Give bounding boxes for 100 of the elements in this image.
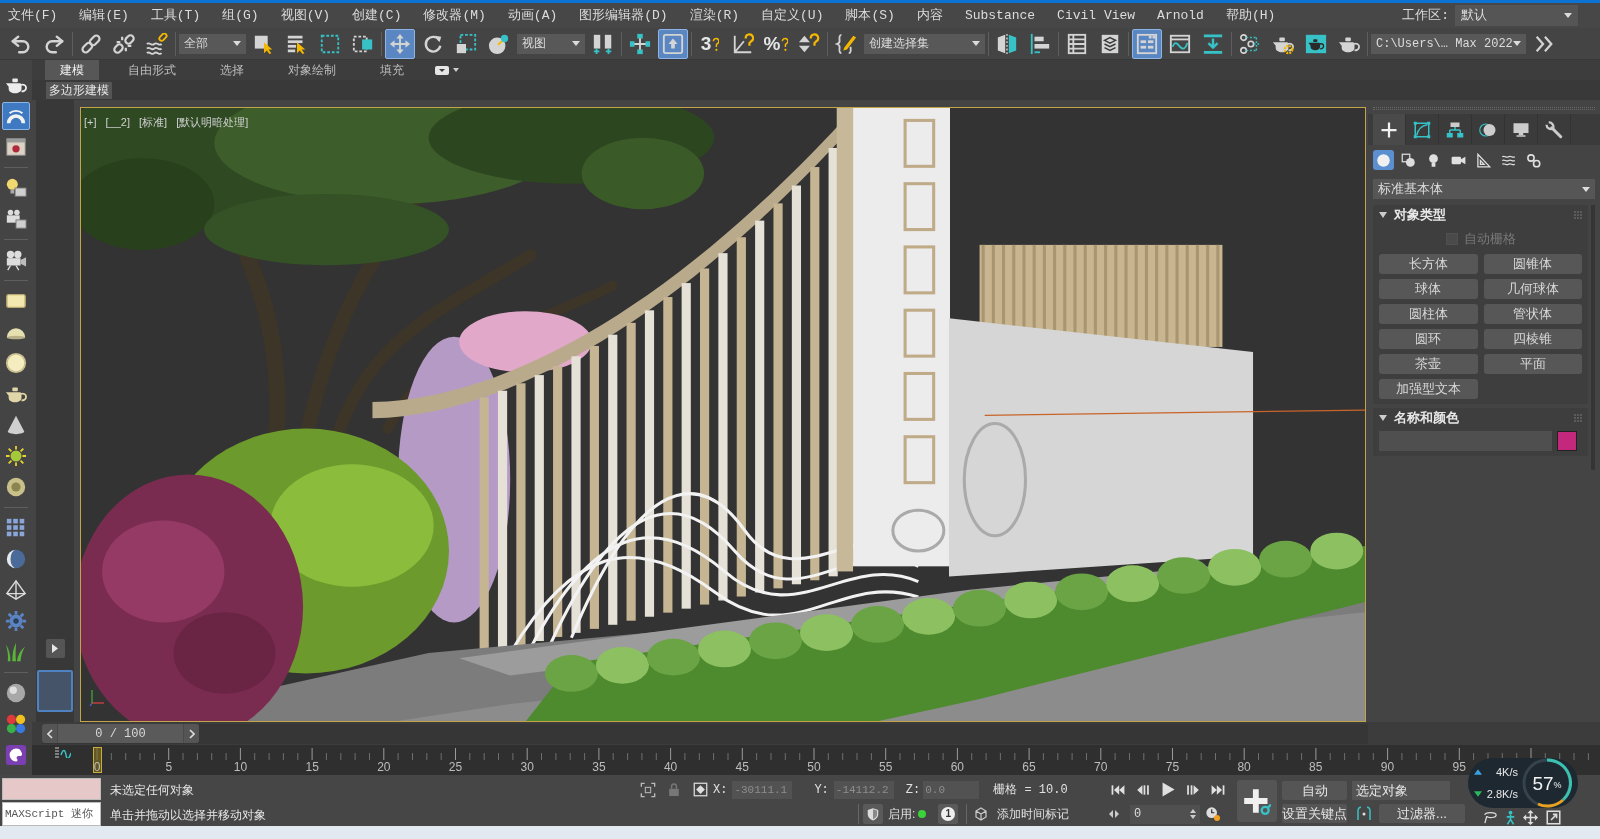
viewport-menu-label[interactable]: [__2] bbox=[105, 114, 130, 131]
arch-button[interactable] bbox=[2, 102, 30, 130]
disc-icon bbox=[5, 476, 27, 498]
walking-figure-button[interactable] bbox=[1506, 810, 1515, 825]
workspace-dropdown[interactable]: 默认 bbox=[1455, 5, 1578, 26]
object-type-button[interactable]: 茶壶 bbox=[1379, 354, 1478, 374]
crescent-icon bbox=[5, 548, 27, 570]
ribbon-tab[interactable]: 对象绘制 bbox=[273, 60, 351, 80]
ribbon-tab[interactable]: 自由形式 bbox=[113, 60, 191, 80]
object-type-button[interactable]: 管状体 bbox=[1483, 304, 1582, 324]
caret-icon bbox=[1582, 186, 1590, 192]
object-category-dropdown[interactable]: 标准基本体 bbox=[1373, 179, 1595, 199]
menu-item[interactable]: 编辑(E) bbox=[79, 5, 129, 26]
menu-item[interactable]: 组(G) bbox=[222, 5, 259, 26]
viewport-menu-label[interactable]: [标准] bbox=[139, 114, 168, 131]
project-folder-dropdown[interactable]: C:\Users\… Max 2022 bbox=[1371, 33, 1526, 54]
viewport-menu-label[interactable]: [+] bbox=[84, 114, 97, 131]
menu-item[interactable]: 创建(C) bbox=[352, 5, 402, 26]
maximize-icon bbox=[1546, 810, 1561, 825]
frame-number: 75 bbox=[1165, 760, 1180, 775]
object-type-button[interactable]: 几何球体 bbox=[1483, 279, 1582, 299]
set-key-mode-button[interactable]: 设置关键点 bbox=[1282, 804, 1347, 823]
circle-icon bbox=[5, 352, 27, 374]
percent-snap-button[interactable]: % bbox=[761, 28, 791, 59]
snap-toggle-button[interactable]: 3 bbox=[695, 28, 725, 59]
menu-item[interactable]: 工具(T) bbox=[150, 5, 201, 26]
menu-item[interactable]: 自定义(U) bbox=[761, 5, 824, 26]
rollout-title[interactable]: 对象类型 bbox=[1394, 205, 1446, 225]
viewport[interactable]: [+] [__2] [标准] [默认明暗处理] bbox=[80, 107, 1366, 722]
key-filter-toggle[interactable] bbox=[1355, 804, 1373, 823]
key-filters-button[interactable]: 过滤器... bbox=[1379, 804, 1465, 823]
menu-item[interactable]: Arnold bbox=[1157, 5, 1204, 26]
coordinate-label: Z: bbox=[905, 781, 921, 799]
object-type-button[interactable]: 球体 bbox=[1379, 279, 1478, 299]
sphere-button[interactable] bbox=[1373, 150, 1394, 170]
menu-item[interactable]: 帮助(H) bbox=[1225, 5, 1276, 26]
ribbon-tab[interactable]: 建模 bbox=[45, 60, 99, 80]
object-type-button[interactable]: 平面 bbox=[1483, 354, 1582, 374]
object-type-button[interactable]: 加强型文本 bbox=[1379, 379, 1478, 399]
lasso-button[interactable] bbox=[1483, 810, 1498, 825]
movie-camera-icon bbox=[5, 249, 27, 271]
pan-arrows-button[interactable] bbox=[1523, 810, 1538, 825]
menu-item[interactable]: Substance bbox=[964, 5, 1036, 26]
expand-button[interactable] bbox=[45, 639, 65, 658]
track-bar[interactable] bbox=[32, 745, 1600, 775]
up-arrow-box-button[interactable] bbox=[658, 28, 688, 59]
align-icon bbox=[1029, 32, 1051, 55]
shield-button[interactable] bbox=[863, 804, 883, 824]
auto-key-button[interactable]: 自动 bbox=[1282, 781, 1347, 800]
up-arrow-icon bbox=[1474, 769, 1482, 776]
menu-item[interactable]: 渲染(R) bbox=[689, 5, 740, 26]
ribbon-panel-tab[interactable]: 多边形建模 bbox=[46, 81, 112, 99]
object-type-button[interactable]: 长方体 bbox=[1379, 254, 1478, 274]
object-type-button[interactable]: 圆环 bbox=[1379, 329, 1478, 349]
object-type-button[interactable]: 圆锥体 bbox=[1483, 254, 1582, 274]
ribbon-button[interactable] bbox=[1132, 28, 1162, 59]
hint-text: 单击并拖动以选择并移动对象 bbox=[110, 808, 267, 822]
rollout-title[interactable]: 名称和颜色 bbox=[1394, 408, 1459, 428]
object-type-button[interactable]: 圆柱体 bbox=[1379, 304, 1478, 324]
frame-spinner[interactable]: 0 bbox=[1130, 804, 1200, 824]
menu-item[interactable]: 修改器(M) bbox=[423, 5, 486, 26]
sun-icon bbox=[5, 445, 27, 467]
menu-item[interactable]: 动画(A) bbox=[507, 5, 558, 26]
plus-tab[interactable] bbox=[1373, 114, 1406, 145]
menu-item[interactable]: 脚本(S) bbox=[845, 5, 895, 26]
key-target-dropdown[interactable]: 选定对象 bbox=[1352, 781, 1450, 800]
ribbon-tab[interactable]: 选择 bbox=[205, 60, 259, 80]
move-button[interactable] bbox=[385, 28, 415, 59]
menu-item[interactable]: Civil View bbox=[1057, 5, 1136, 26]
selection-set-dropdown[interactable]: 创建选择集 bbox=[864, 33, 985, 54]
next-frame-button[interactable] bbox=[184, 724, 199, 743]
menu-item[interactable]: 文件(F) bbox=[8, 5, 58, 26]
key-mode-button[interactable] bbox=[1108, 808, 1120, 820]
menu-item[interactable]: 图形编辑器(D) bbox=[579, 5, 668, 26]
previous-frame-button[interactable] bbox=[42, 724, 57, 743]
object-type-button[interactable]: 四棱锥 bbox=[1483, 329, 1582, 349]
add-time-tag-link[interactable]: 添加时间标记 bbox=[997, 805, 1070, 823]
color-swatch[interactable] bbox=[1557, 431, 1577, 451]
viewport-menu-label[interactable]: [默认明暗处理] bbox=[176, 114, 249, 131]
usage-value: 57 bbox=[1532, 773, 1554, 793]
layout-thumbnail[interactable] bbox=[37, 670, 73, 712]
time-slider-track[interactable]: 0 / 100 bbox=[42, 723, 1368, 744]
menu-item[interactable]: 内容 bbox=[916, 5, 943, 26]
selection-filter-dropdown[interactable]: 全部 bbox=[179, 33, 246, 54]
maxscript-input[interactable]: MAXScript 迷你 bbox=[2, 802, 101, 826]
ribbon-tab[interactable]: 填充 bbox=[365, 60, 419, 80]
set-key-button[interactable] bbox=[1237, 780, 1277, 822]
coordinate-system-dropdown[interactable]: 视图 bbox=[517, 33, 585, 54]
time-slider-thumb[interactable]: 0 / 100 bbox=[42, 724, 199, 743]
time-tag-count[interactable]: 1 bbox=[938, 804, 959, 824]
menu-item[interactable]: 视图(V) bbox=[280, 5, 331, 26]
absolute-mode-button[interactable] bbox=[693, 782, 708, 797]
frame-number: 90 bbox=[1380, 760, 1395, 775]
maximize-button[interactable] bbox=[1546, 810, 1561, 825]
time-configuration-button[interactable] bbox=[1205, 806, 1221, 822]
frame-marker[interactable] bbox=[93, 747, 102, 773]
selection-lock-button[interactable] bbox=[640, 781, 656, 798]
color-dots-icon bbox=[5, 713, 27, 735]
macro-recorder-field[interactable] bbox=[2, 778, 101, 800]
lock-icon bbox=[668, 781, 680, 798]
